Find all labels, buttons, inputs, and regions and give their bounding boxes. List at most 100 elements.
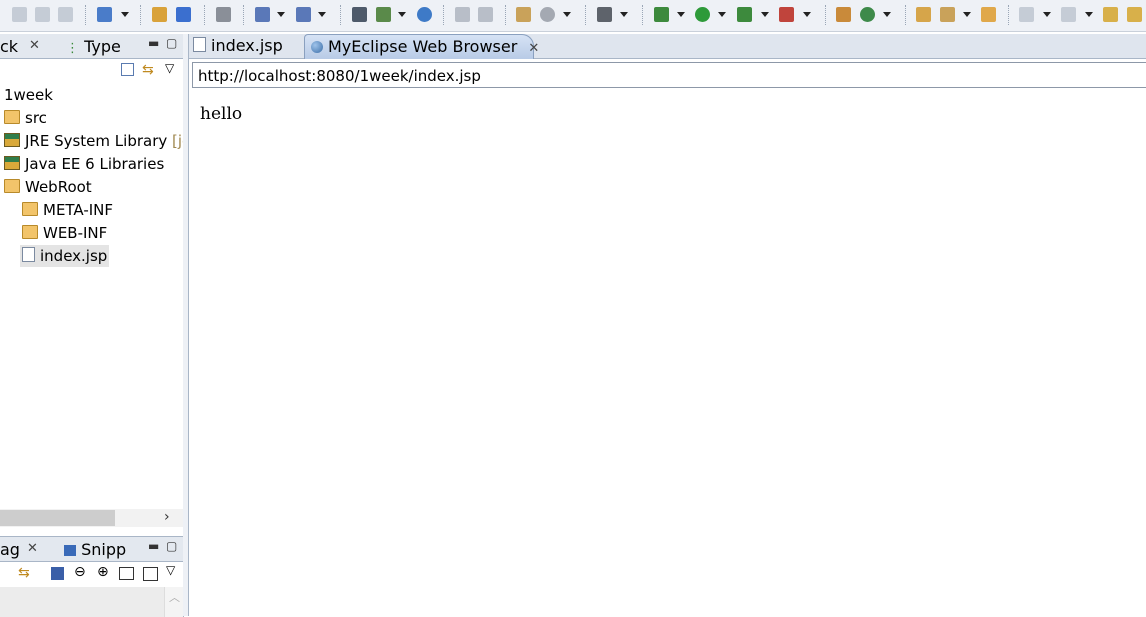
toolbar-separator — [204, 5, 206, 25]
tree-item-index-jsp[interactable]: index.jsp — [20, 245, 110, 267]
server-icon[interactable] — [352, 7, 367, 22]
search-icon[interactable] — [296, 7, 311, 22]
image-toolbar: ⇆ ⊖ ⊕ ▽ — [0, 562, 183, 586]
clipboard-icon[interactable] — [516, 7, 531, 22]
tree-item-jre[interactable]: JRE System Library [jd — [4, 130, 192, 152]
tree-item-src[interactable]: src — [4, 107, 47, 129]
prev-annotation-icon[interactable] — [1061, 7, 1076, 22]
toolbar-separator — [505, 5, 507, 25]
save-all-icon[interactable] — [35, 7, 50, 22]
toolbar-separator — [140, 5, 142, 25]
chevron-down-icon[interactable] — [398, 12, 406, 17]
chevron-down-icon[interactable] — [1085, 12, 1093, 17]
sash[interactable] — [183, 34, 188, 616]
chevron-down-icon[interactable] — [277, 12, 285, 17]
run-icon[interactable] — [695, 7, 710, 22]
tree-item-web-inf[interactable]: WEB-INF — [22, 222, 107, 244]
chevron-down-icon[interactable] — [563, 12, 571, 17]
toolbar-separator — [905, 5, 907, 25]
url-input[interactable]: http://localhost:8080/1week/index.jsp — [192, 62, 1146, 88]
run-config-icon[interactable] — [737, 7, 752, 22]
tree-item-javaee[interactable]: Java EE 6 Libraries — [4, 153, 164, 175]
tree-item-label: JRE System Library — [25, 132, 168, 150]
maximize-icon[interactable]: ▢ — [166, 36, 177, 50]
tree-item-meta-inf[interactable]: META-INF — [22, 199, 113, 221]
view-menu-icon[interactable]: ▽ — [165, 61, 174, 75]
scroll-right-icon[interactable]: › — [164, 509, 170, 525]
tree-item-label: 1week — [4, 86, 53, 104]
globe-icon[interactable] — [417, 7, 432, 22]
debug-icon[interactable] — [654, 7, 669, 22]
plugin-icon[interactable] — [836, 7, 851, 22]
image-icon[interactable] — [51, 567, 64, 580]
scrollbar-thumb[interactable] — [0, 510, 115, 526]
next-annotation-icon[interactable] — [1019, 7, 1034, 22]
external-tools-icon[interactable] — [779, 7, 794, 22]
rocket-icon[interactable] — [940, 7, 955, 22]
refresh-icon[interactable] — [860, 7, 875, 22]
tab-web-browser[interactable]: MyEclipse Web Browser ✕ — [304, 34, 539, 59]
jsp-file-icon — [193, 37, 206, 52]
toolbar-separator — [340, 5, 342, 25]
bottom-left-content: ︿ — [0, 587, 183, 617]
browser-icon[interactable] — [376, 7, 391, 22]
package-icon[interactable] — [152, 7, 167, 22]
tab-package-explorer[interactable]: ck — [0, 37, 18, 56]
view-toolbar: ⇆ ▽ — [0, 59, 183, 83]
forward-icon[interactable] — [1127, 7, 1142, 22]
folder-open-icon[interactable] — [455, 7, 470, 22]
open-icon[interactable] — [981, 7, 996, 22]
collapse-all-icon[interactable] — [121, 63, 134, 76]
cube-icon[interactable] — [176, 7, 191, 22]
tree-item-webroot[interactable]: WebRoot — [4, 176, 92, 198]
new-wizard-icon[interactable] — [97, 7, 112, 22]
vertical-scrollbar[interactable]: ︿ — [164, 587, 183, 617]
chevron-down-icon[interactable] — [883, 12, 891, 17]
close-icon[interactable]: ✕ — [528, 41, 539, 56]
folder-icon — [22, 202, 38, 216]
chevron-down-icon[interactable] — [1043, 12, 1051, 17]
library-icon — [4, 133, 20, 147]
close-icon[interactable]: ✕ — [29, 38, 40, 53]
tree-item-label: WebRoot — [25, 178, 92, 196]
tree-item-project[interactable]: 1week — [4, 84, 53, 106]
zoom-out-icon[interactable]: ⊖ — [74, 564, 86, 580]
tab-image-tag[interactable]: ag — [0, 540, 20, 559]
print-icon[interactable] — [58, 7, 73, 22]
tree-item-label: Java EE 6 Libraries — [25, 155, 165, 173]
deploy-icon[interactable] — [255, 7, 270, 22]
web-icon[interactable] — [540, 7, 555, 22]
zoom-in-icon[interactable]: ⊕ — [97, 564, 109, 580]
tab-snippets[interactable]: Snipp — [64, 540, 126, 559]
close-icon[interactable]: ✕ — [27, 541, 38, 556]
back-icon[interactable] — [1103, 7, 1118, 22]
import-icon[interactable] — [478, 7, 493, 22]
save-icon[interactable] — [12, 7, 27, 22]
chevron-down-icon[interactable] — [620, 12, 628, 17]
chevron-down-icon[interactable] — [121, 12, 129, 17]
chevron-down-icon[interactable] — [318, 12, 326, 17]
jar-icon[interactable] — [216, 7, 231, 22]
chevron-down-icon[interactable] — [963, 12, 971, 17]
chevron-down-icon[interactable] — [803, 12, 811, 17]
link-editor-icon[interactable]: ⇆ — [142, 62, 154, 78]
package-folder-icon — [4, 110, 20, 124]
link-icon[interactable]: ⇆ — [18, 565, 30, 581]
browser-page-text: hello — [200, 104, 243, 124]
actual-size-icon[interactable] — [119, 567, 134, 580]
toolbar-separator — [585, 5, 587, 25]
chevron-down-icon[interactable] — [718, 12, 726, 17]
tab-index-jsp[interactable]: index.jsp — [189, 34, 305, 58]
horizontal-scrollbar[interactable]: › — [0, 509, 183, 527]
scroll-up-icon[interactable]: ︿ — [169, 589, 180, 605]
minimize-icon[interactable]: ▬ — [148, 36, 159, 50]
chevron-down-icon[interactable] — [677, 12, 685, 17]
view-menu-icon[interactable]: ▽ — [166, 563, 175, 577]
chevron-down-icon[interactable] — [761, 12, 769, 17]
minimize-icon[interactable]: ▬ — [148, 539, 159, 553]
camera-icon[interactable] — [597, 7, 612, 22]
tab-type-hierarchy[interactable]: ⋮ Type — [66, 37, 121, 56]
fit-icon[interactable] — [143, 567, 158, 581]
open-folder-icon[interactable] — [916, 7, 931, 22]
maximize-icon[interactable]: ▢ — [166, 539, 177, 553]
